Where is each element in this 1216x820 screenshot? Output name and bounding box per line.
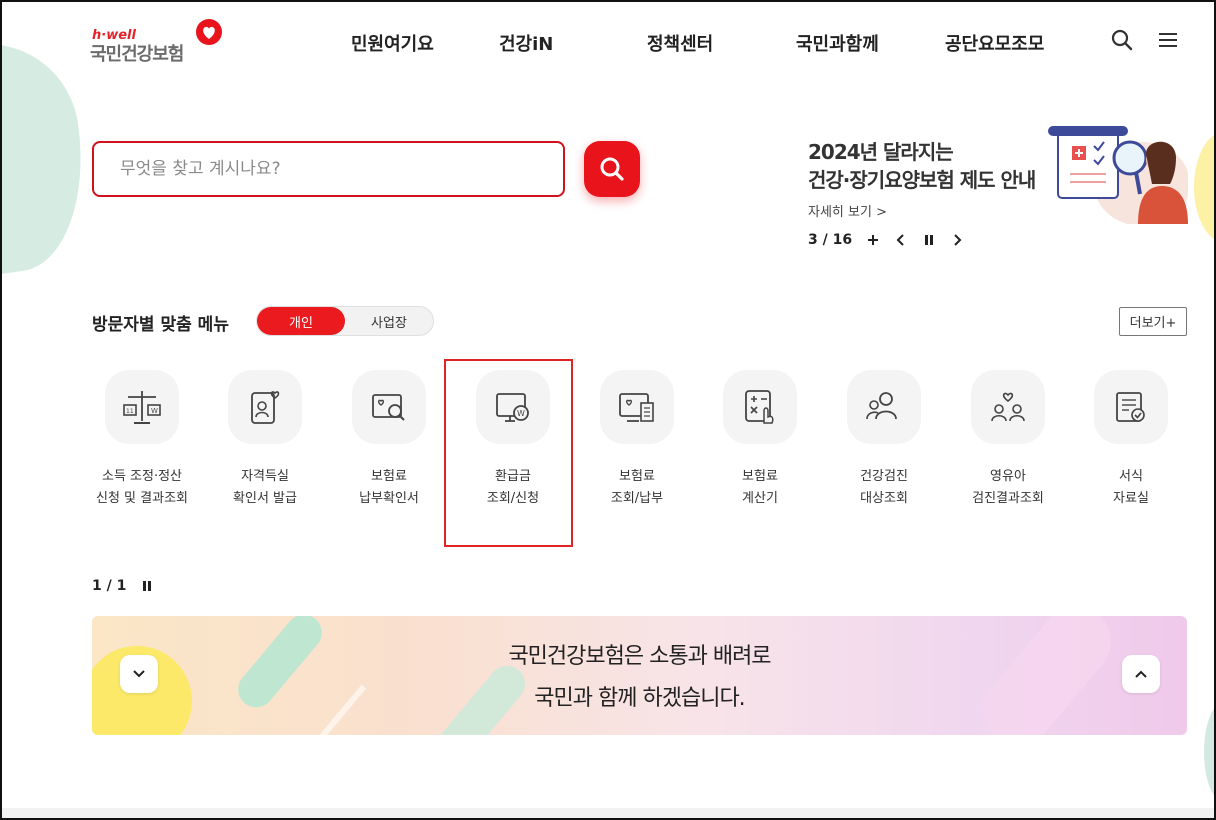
banner-pager: 3 / 16 [808,232,853,248]
menu-item-label-line1: 보험료 [619,469,655,484]
menu-item-label-line2: 조회/납부 [610,491,664,506]
people-search-icon [866,392,897,420]
family-icon [991,392,1025,422]
tab-business[interactable]: 사업장 [345,307,433,335]
menu-item-label-line1: 보험료 [742,469,778,484]
page-frame: h·well 국민건강보험 민원여기요 건강iN 정책센터 국민과함께 공단요모… [0,0,1216,820]
menu-item-label-line2: 대상조회 [860,491,908,506]
menu-item-icon-bg [723,370,797,444]
nav-item-about[interactable]: 공단요모조모 [945,30,1044,56]
monitor-receipt-icon [619,393,654,422]
menu-item-label-line1: 건강검진 [860,469,908,484]
collapse-up-button[interactable] [1122,655,1160,693]
menu-item-icon-bg [228,370,302,444]
visitor-menu-title: 방문자별 맞춤 메뉴 [92,315,229,335]
chevron-up-icon [1135,670,1147,678]
menu-item-label-line1: 소득 조정·정산 [101,469,183,484]
menu-item-label-line2: 검진결과조회 [972,491,1044,506]
expand-down-button[interactable] [120,655,158,693]
menu-item-label-line2: 확인서 발급 [233,491,297,506]
search-box [92,141,565,197]
pause-icon [925,235,934,245]
global-nav: 민원여기요 건강iN 정책센터 국민과함께 공단요모조모 [2,30,1214,56]
menu-item-icon-bg [600,370,674,444]
menu-item-label: 자격득실 확인서 발급 [200,466,330,510]
menu-item-icon-bg [847,370,921,444]
menu-item-label: 건강검진 대상조회 [819,466,949,510]
decorative-blob-right [1194,132,1214,242]
menu-item-label-line1: 보험료 [371,469,407,484]
pause-icon [143,581,152,591]
banner-plus-button[interactable] [866,232,880,248]
banner-title-line2: 건강·장기요양보험 제도 안내 [808,168,1036,192]
menu-item-label-line2: 신청 및 결과조회 [96,491,188,506]
menu-pause-button[interactable] [142,580,152,592]
chevron-down-icon [133,670,145,678]
search-icon [600,157,624,181]
menu-item-label: 서식 자료실 [1066,466,1196,510]
menu-item-icon-bg [352,370,426,444]
bottom-banner-line2: 국민과 함께 하겠습니다. [534,686,745,711]
scale-icon: 11 W [123,391,161,424]
menu-item-label-line1: 서식 [1119,469,1143,484]
bottom-banner-line1: 국민건강보험은 소통과 배려로 [508,644,771,669]
menu-item-icon-bg [1094,370,1168,444]
menu-item-label: 보험료 계산기 [695,466,825,510]
nav-item-together[interactable]: 국민과함께 [796,30,879,56]
visitor-type-toggle: 개인 사업장 [256,306,434,336]
search-button[interactable] [584,141,640,197]
footer-strip [2,808,1214,818]
plus-icon [868,235,879,245]
payment-search-icon [372,394,405,421]
menu-item-icon-bg: 11 W [105,370,179,444]
calculator-icon [745,390,774,424]
svg-text:11: 11 [126,408,134,415]
menu-item-label: 영유아 검진결과조회 [943,466,1073,510]
svg-text:W: W [151,407,158,415]
nav-item-policy[interactable]: 정책센터 [647,30,713,56]
decorative-blob-left [2,32,98,282]
bottom-banner-text: 국민건강보험은 소통과 배려로 국민과 함께 하겠습니다. [92,636,1187,720]
banner-title-line1: 2024년 달라지는 [808,140,954,164]
search-icon[interactable] [1110,28,1134,52]
menu-item-label: 보험료 조회/납부 [572,466,702,510]
menu-item-label-line1: 자격득실 [241,469,289,484]
nav-item-minwon[interactable]: 민원여기요 [351,30,434,56]
banner-illustration-icon [1048,126,1188,224]
menu-item-label: 소득 조정·정산 신청 및 결과조회 [77,466,207,510]
document-icon [1116,392,1145,422]
banner-controls: 3 / 16 [808,230,978,250]
bottom-banner: 국민건강보험은 소통과 배려로 국민과 함께 하겠습니다. [92,616,1187,735]
menu-item-icon-bg [971,370,1045,444]
tab-personal[interactable]: 개인 [257,307,345,335]
menu-item-label-line2: 계산기 [742,491,778,506]
chevron-right-icon [954,234,962,246]
menu-pager: 1 / 1 [92,578,152,594]
menu-item-label: 보험료 납부확인서 [324,466,454,510]
chevron-left-icon [896,234,904,246]
menu-item-label-line2: 납부확인서 [359,491,419,506]
menu-item-label-line2: 자료실 [1113,491,1149,506]
banner-detail-link[interactable]: 자세히 보기 > [808,201,887,220]
search-input[interactable] [94,143,563,195]
nav-item-health-in[interactable]: 건강iN [499,30,553,56]
banner-prev-button[interactable] [894,232,908,248]
more-button[interactable]: 더보기+ [1119,307,1187,336]
banner-title[interactable]: 2024년 달라지는 건강·장기요양보험 제도 안내 [808,138,1036,194]
hamburger-menu-icon[interactable] [1157,30,1179,50]
menu-item-label-line1: 영유아 [990,469,1026,484]
menu-pager-text: 1 / 1 [92,578,127,594]
certificate-icon [251,391,280,424]
decorative-blob-right-bottom [1204,702,1214,802]
banner-next-button[interactable] [950,232,964,248]
banner-pause-button[interactable] [922,232,936,248]
highlight-box [444,359,573,547]
